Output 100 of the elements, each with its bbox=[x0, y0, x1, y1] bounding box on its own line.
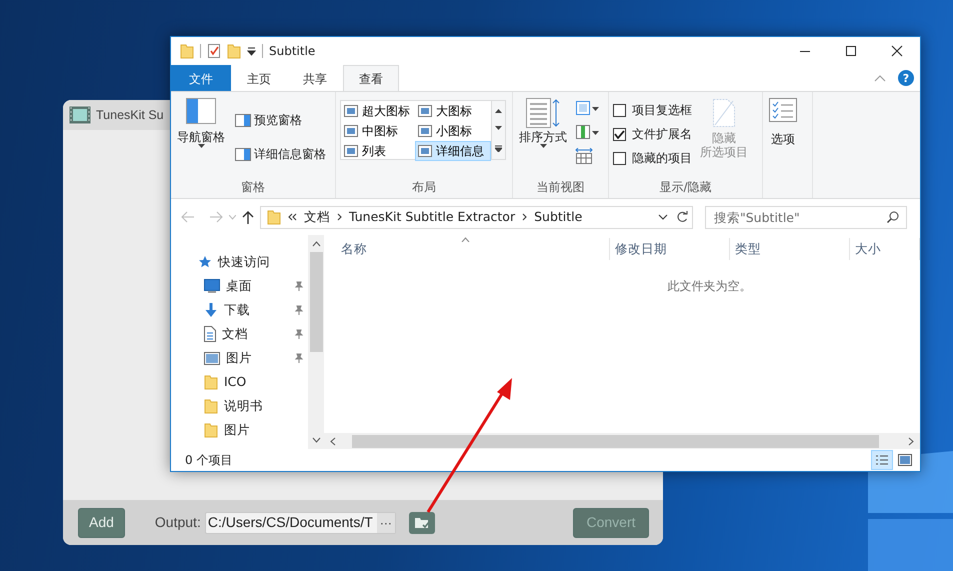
folder-icon bbox=[267, 209, 281, 225]
scroll-down-icon[interactable] bbox=[495, 126, 502, 132]
address-dropdown-icon[interactable] bbox=[658, 214, 668, 220]
help-icon[interactable]: ? bbox=[898, 70, 914, 86]
group-by-icon[interactable] bbox=[575, 100, 599, 116]
nav-item[interactable]: 桌面 bbox=[171, 274, 308, 298]
scroll-left-icon[interactable] bbox=[330, 436, 336, 446]
nav-label: 文档 bbox=[222, 324, 248, 343]
search-icon bbox=[887, 210, 899, 222]
nav-item[interactable]: 文档 bbox=[171, 322, 308, 346]
checkbox-option[interactable]: 文件扩展名 bbox=[613, 122, 692, 146]
file-tab[interactable]: 文件 bbox=[171, 65, 231, 91]
refresh-icon[interactable] bbox=[676, 211, 688, 223]
up-icon[interactable] bbox=[242, 210, 254, 224]
layout-option[interactable]: 详细信息 bbox=[415, 141, 491, 161]
pane-icon bbox=[235, 114, 251, 126]
download-icon bbox=[204, 302, 218, 318]
caret-icon bbox=[198, 144, 204, 150]
sort-caret-icon bbox=[461, 237, 470, 242]
browse-button[interactable]: ··· bbox=[376, 512, 395, 532]
group-label: 布局 bbox=[411, 179, 437, 196]
collapse-ribbon-icon[interactable] bbox=[874, 74, 886, 82]
breadcrumb[interactable]: Subtitle bbox=[534, 208, 582, 226]
view-icon bbox=[418, 145, 432, 157]
options-button[interactable]: 选项 bbox=[767, 96, 799, 198]
view-icon bbox=[344, 105, 358, 117]
folder-icon bbox=[204, 422, 218, 438]
chevron-icon bbox=[522, 213, 528, 221]
size-columns-icon[interactable] bbox=[575, 148, 593, 164]
checkbox-option[interactable]: 项目复选框 bbox=[613, 98, 692, 122]
checkbox-option[interactable]: 隐藏的项目 bbox=[613, 146, 692, 170]
ribbon-tab[interactable]: 查看 bbox=[343, 65, 399, 91]
navigation-pane-button[interactable]: 导航窗格 bbox=[175, 96, 227, 178]
nav-item[interactable]: 图片 bbox=[171, 418, 308, 442]
layout-option[interactable]: 大图标 bbox=[415, 101, 491, 121]
sort-by-button[interactable]: 排序方式 bbox=[517, 96, 569, 178]
column-header[interactable]: 类型 bbox=[730, 238, 850, 260]
ribbon-tab[interactable]: 共享 bbox=[287, 65, 343, 91]
checkbox[interactable] bbox=[613, 104, 626, 116]
group-label: 显示/隐藏 bbox=[658, 179, 713, 196]
checkbox[interactable] bbox=[613, 152, 626, 164]
scroll-down-icon[interactable] bbox=[312, 437, 321, 443]
chevron-icon bbox=[337, 213, 342, 221]
add-button[interactable]: Add bbox=[78, 508, 125, 538]
check-icon bbox=[614, 130, 625, 138]
document-icon bbox=[204, 326, 216, 342]
group-label: 窗格 bbox=[240, 179, 266, 196]
output-path-field[interactable]: C:/Users/CS/Documents/T ··· bbox=[204, 512, 396, 534]
layout-option[interactable]: 小图标 bbox=[415, 121, 491, 141]
column-header[interactable]: 大小 bbox=[850, 238, 920, 260]
scrollbar-thumb[interactable] bbox=[352, 434, 879, 448]
hide-page-icon bbox=[712, 98, 736, 128]
pane-option[interactable]: 预览窗格 bbox=[233, 110, 328, 130]
search-field[interactable]: 搜索"Subtitle" bbox=[705, 206, 907, 228]
address-bar[interactable]: 文档 TunesKit Subtitle Extractor Subtitle bbox=[260, 206, 693, 228]
scroll-right-icon[interactable] bbox=[908, 436, 914, 446]
film-icon bbox=[69, 106, 91, 124]
expand-gallery-icon[interactable] bbox=[495, 145, 502, 152]
nav-item[interactable]: ICO bbox=[171, 370, 308, 394]
nav-label: 下载 bbox=[224, 300, 250, 319]
add-columns-icon[interactable] bbox=[575, 124, 599, 140]
scrollbar[interactable] bbox=[324, 433, 920, 449]
open-folder-button[interactable] bbox=[408, 512, 435, 534]
window-title: TunesKit Su bbox=[96, 106, 164, 124]
breadcrumb[interactable]: 文档 bbox=[304, 208, 330, 226]
sort-icon bbox=[526, 98, 560, 128]
output-path: C:/Users/CS/Documents/T bbox=[208, 513, 374, 532]
thumbnail-view-icon bbox=[898, 454, 912, 466]
nav-item[interactable]: 下载 bbox=[171, 298, 308, 322]
column-header[interactable]: 修改日期 bbox=[610, 238, 730, 260]
folder-icon bbox=[204, 398, 218, 414]
dropdown-icon[interactable] bbox=[247, 46, 256, 56]
layout-option[interactable]: 列表 bbox=[341, 141, 415, 161]
scroll-up-icon[interactable] bbox=[312, 241, 321, 247]
nav-label: 图片 bbox=[224, 420, 250, 439]
ribbon-tab[interactable]: 主页 bbox=[231, 65, 287, 91]
window-title: Subtitle bbox=[269, 43, 316, 60]
breadcrumb[interactable]: TunesKit Subtitle Extractor bbox=[349, 208, 516, 226]
nav-label: ICO bbox=[224, 372, 246, 391]
nav-item[interactable]: 说明书 bbox=[171, 394, 308, 418]
view-icon bbox=[344, 125, 358, 137]
folder-check-icon bbox=[414, 516, 430, 529]
properties-icon[interactable] bbox=[207, 43, 221, 59]
nav-item[interactable]: 快速访问 bbox=[171, 250, 308, 274]
scrollbar-thumb[interactable] bbox=[310, 252, 323, 352]
item-count: 0 个项目 bbox=[185, 452, 232, 469]
nav-label: 图片 bbox=[226, 348, 252, 367]
pane-icon bbox=[235, 148, 251, 160]
layout-option[interactable]: 超大图标 bbox=[341, 101, 415, 121]
column-header[interactable]: 名称 bbox=[336, 238, 610, 260]
scrollbar[interactable] bbox=[308, 235, 324, 449]
checkbox[interactable] bbox=[613, 128, 626, 140]
pane-option[interactable]: 详细信息窗格 bbox=[233, 144, 328, 164]
details-view-button[interactable] bbox=[871, 450, 893, 470]
picture-icon bbox=[204, 352, 220, 364]
scroll-up-icon[interactable] bbox=[495, 108, 502, 113]
details-view-icon bbox=[875, 454, 889, 466]
folder-icon bbox=[204, 374, 218, 390]
layout-option[interactable]: 中图标 bbox=[341, 121, 415, 141]
nav-item[interactable]: 图片 bbox=[171, 346, 308, 370]
